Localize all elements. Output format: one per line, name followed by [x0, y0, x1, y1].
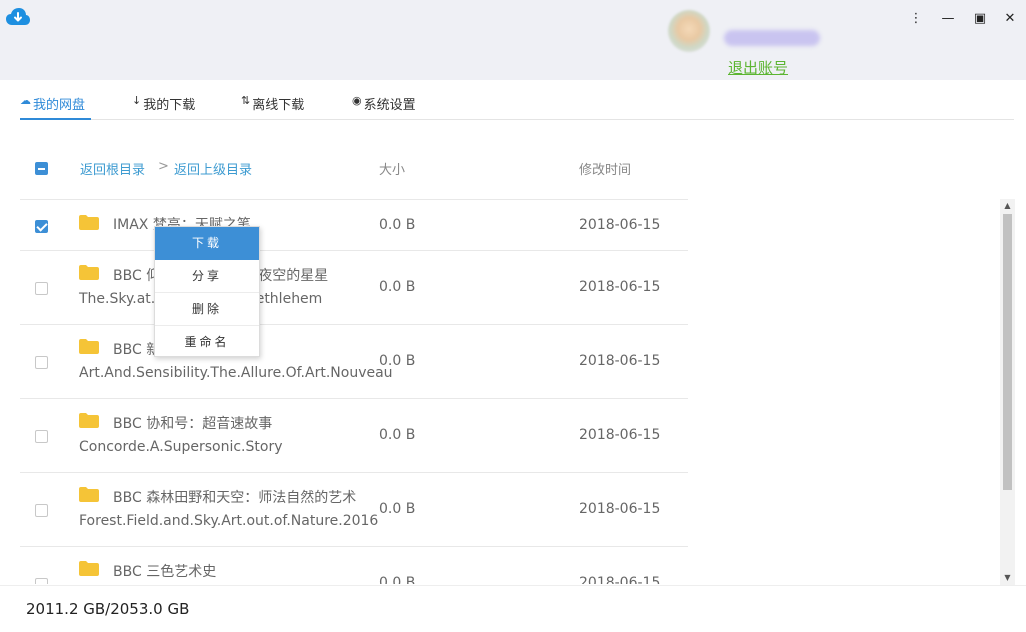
tab-offline-download[interactable]: ⇅ 离线下载 [241, 88, 304, 120]
table-row[interactable]: BBC 协和号：超音速故事 Concorde.A.Supersonic.Stor… [20, 398, 688, 472]
close-icon[interactable]: ✕ [1000, 8, 1020, 28]
file-name[interactable]: BBC 三色艺术史 A.History.Of.Art.In.Three.Colo… [79, 561, 369, 584]
tab-label: 我的网盘 [33, 98, 86, 113]
menu-item-share[interactable]: 分享 [155, 260, 259, 293]
menu-item-rename[interactable]: 重命名 [155, 326, 259, 359]
row-checkbox[interactable] [35, 282, 48, 295]
tab-label: 我的下载 [143, 98, 196, 113]
row-checkbox[interactable] [35, 220, 48, 233]
file-name[interactable]: BBC 协和号：超音速故事 Concorde.A.Supersonic.Stor… [79, 413, 369, 459]
more-menu-icon[interactable]: ⋮ [906, 8, 926, 28]
file-date: 2018-06-15 [579, 501, 661, 517]
select-all-checkbox[interactable] [35, 162, 48, 175]
breadcrumb-up-link[interactable]: 返回上级目录 [174, 159, 252, 178]
context-menu: 下载 分享 删除 重命名 [154, 226, 260, 357]
row-checkbox[interactable] [35, 430, 48, 443]
row-checkbox[interactable] [35, 356, 48, 369]
table-row[interactable]: IMAX 梵高：天赋之笔 0.0 B 2018-06-15 [20, 199, 688, 250]
file-date: 2018-06-15 [579, 353, 661, 369]
file-date: 2018-06-15 [579, 575, 661, 584]
file-size: 0.0 B [379, 501, 416, 517]
maximize-icon[interactable]: ▣ [970, 8, 990, 28]
row-checkbox[interactable] [35, 578, 48, 584]
table-row[interactable]: BBC 仰望夜空之伯利恒夜空的星星 The.Sky.at.Night.Star.… [20, 250, 688, 324]
title-bar: 退出账号 ⋮ — ▣ ✕ [0, 0, 1026, 80]
scroll-up-arrow-icon[interactable]: ▲ [1000, 199, 1015, 213]
tab-label: 离线下载 [252, 98, 305, 113]
cloud-download-logo-icon [6, 8, 30, 25]
column-header-modified[interactable]: 修改时间 [579, 159, 631, 178]
file-date: 2018-06-15 [579, 217, 661, 233]
file-size: 0.0 B [379, 353, 416, 369]
tab-my-downloads[interactable]: ↓ 我的下载 [132, 88, 195, 120]
status-bar: 2011.2 GB/2053.0 GB [0, 585, 1026, 632]
scroll-down-arrow-icon[interactable]: ▼ [1000, 571, 1015, 585]
file-size: 0.0 B [379, 217, 416, 233]
menu-item-delete[interactable]: 删除 [155, 293, 259, 326]
file-table-header: 返回根目录 > 返回上级目录 大小 修改时间 [0, 145, 688, 195]
offline-download-icon: ⇅ [241, 94, 251, 107]
tab-label: 系统设置 [363, 98, 416, 113]
file-list: IMAX 梵高：天赋之笔 0.0 B 2018-06-15 BBC 仰望夜空之伯… [20, 199, 688, 584]
username-blurred [724, 30, 820, 46]
table-row[interactable]: BBC 三色艺术史 A.History.Of.Art.In.Three.Colo… [20, 546, 688, 584]
menu-item-download[interactable]: 下载 [155, 227, 259, 260]
minimize-icon[interactable]: — [938, 8, 958, 28]
chevron-right-icon: > [158, 159, 169, 174]
column-header-size[interactable]: 大小 [379, 159, 405, 178]
file-date: 2018-06-15 [579, 427, 661, 443]
row-checkbox[interactable] [35, 504, 48, 517]
settings-radio-icon: ◉ [352, 94, 362, 107]
file-size: 0.0 B [379, 427, 416, 443]
download-arrow-icon: ↓ [132, 94, 142, 107]
storage-usage: 2011.2 GB/2053.0 GB [26, 600, 190, 618]
file-date: 2018-06-15 [579, 279, 661, 295]
table-row[interactable]: BBC 森林田野和天空：师法自然的艺术 Forest.Field.and.Sky… [20, 472, 688, 546]
file-size: 0.0 B [379, 279, 416, 295]
file-size: 0.0 B [379, 575, 416, 584]
tab-my-netdisk[interactable]: ☁ 我的网盘 [20, 88, 91, 120]
tab-settings[interactable]: ◉ 系统设置 [352, 88, 416, 120]
avatar[interactable] [668, 10, 710, 52]
vertical-scrollbar[interactable]: ▲ ▼ [1000, 199, 1015, 585]
logout-link[interactable]: 退出账号 [728, 57, 788, 78]
table-row[interactable]: BBC 新艺术运动之美 Art.And.Sensibility.The.Allu… [20, 324, 688, 398]
tab-bar: ☁ 我的网盘 ↓ 我的下载 ⇅ 离线下载 ◉ 系统设置 [20, 88, 1014, 120]
scroll-thumb[interactable] [1003, 214, 1012, 490]
cloud-icon: ☁ [20, 94, 31, 107]
breadcrumb-root-link[interactable]: 返回根目录 [80, 159, 145, 178]
file-name[interactable]: BBC 森林田野和天空：师法自然的艺术 Forest.Field.and.Sky… [79, 487, 378, 533]
